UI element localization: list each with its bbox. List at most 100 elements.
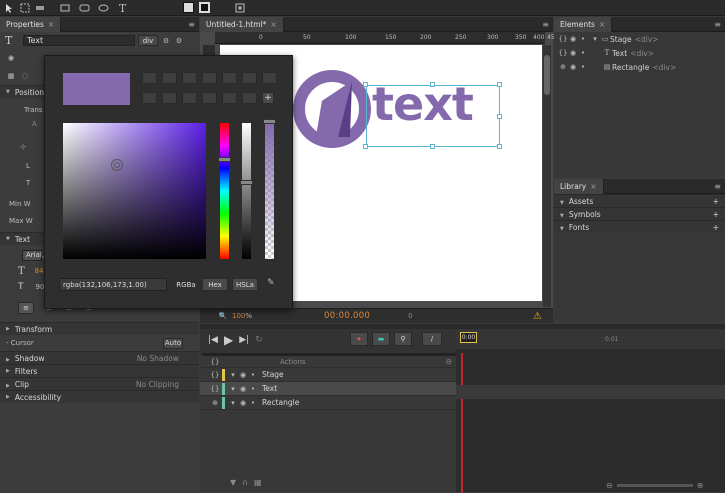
loop-icon[interactable]: ↻ — [255, 335, 263, 345]
visibility-icon[interactable]: ◉ — [6, 53, 16, 63]
eye-icon[interactable]: ◉ — [238, 370, 248, 380]
alpha-slider-thumb[interactable] — [263, 119, 276, 124]
overflow-icon[interactable]: ▦ — [6, 71, 16, 81]
eye-icon[interactable]: ◉ — [568, 62, 578, 72]
grid-icon[interactable]: ▦ — [254, 478, 262, 487]
select-icon[interactable] — [3, 2, 16, 14]
vertical-scrollbar[interactable] — [543, 45, 551, 307]
panel-menu-icon[interactable]: ≡ — [714, 182, 721, 191]
filter-icon[interactable]: ▼ — [230, 478, 236, 487]
add-icon[interactable]: + — [713, 210, 719, 219]
timeline-row-text[interactable]: {} ▾ ◉ • Text — [200, 382, 456, 396]
lock-dot-icon[interactable]: • — [248, 384, 258, 394]
lock-dot-icon[interactable]: • — [578, 48, 588, 58]
resize-handle[interactable] — [430, 82, 435, 87]
current-time-label[interactable]: 0:00 — [460, 332, 477, 343]
class-icon[interactable]: ⚙ — [161, 36, 171, 46]
code-braces-icon[interactable]: {} — [558, 34, 568, 44]
eye-icon[interactable]: ◉ — [568, 34, 578, 44]
eye-icon[interactable]: ◉ — [568, 48, 578, 58]
playhead[interactable] — [461, 353, 463, 493]
swatch-slot[interactable] — [242, 72, 257, 84]
section-filters[interactable]: ▶ Filters — [0, 364, 199, 377]
go-to-end-icon[interactable]: ▶| — [239, 335, 249, 345]
align-left-icon[interactable]: ≡ — [18, 302, 34, 314]
hue-slider-thumb[interactable] — [218, 157, 231, 162]
hue-slider[interactable] — [218, 123, 231, 259]
text-tool-icon[interactable]: T — [116, 2, 129, 15]
zoom-tool-icon[interactable] — [33, 2, 46, 14]
lock-dot-icon[interactable]: • — [578, 62, 588, 72]
element-row-stage[interactable]: {} ◉ • ▾ ▭ Stage <div> — [554, 32, 725, 46]
scrollbar-thumb[interactable] — [544, 55, 550, 95]
resize-handle[interactable] — [497, 114, 502, 119]
settings-icon[interactable]: ⚙ — [174, 36, 184, 46]
panel-menu-icon[interactable]: ≡ — [542, 20, 549, 29]
swatch-slot[interactable] — [242, 92, 257, 104]
lock-dot-icon[interactable]: • — [578, 34, 588, 44]
lock-dot-icon[interactable]: • — [248, 398, 258, 408]
section-transform[interactable]: ▶ Transform — [0, 322, 199, 335]
element-id-field[interactable]: Text — [23, 35, 135, 46]
time-ruler[interactable]: 0:01 — [456, 329, 725, 349]
actions-add-icon[interactable]: ⊖ — [446, 357, 452, 366]
link-icon[interactable]: ⊕ — [558, 62, 568, 72]
selection-box[interactable] — [366, 85, 500, 147]
mode-rgba-button[interactable]: RGBa — [173, 278, 199, 291]
auto-keyframe-icon[interactable]: ⏺ — [350, 332, 368, 346]
swatch-slot[interactable] — [182, 92, 197, 104]
swatch-slot[interactable] — [182, 72, 197, 84]
timeline-row-rectangle[interactable]: ⊕ ▾ ◉ • Rectangle — [200, 396, 456, 410]
swatch-slot[interactable] — [162, 72, 177, 84]
snap-icon[interactable] — [233, 2, 246, 14]
cursor-select[interactable]: Auto — [163, 337, 183, 349]
swatch-slot[interactable] — [202, 72, 217, 84]
timeline-row-stage[interactable]: {} ▾ ◉ • Stage — [200, 368, 456, 382]
snap-icon[interactable]: ∩ — [242, 478, 248, 487]
close-icon[interactable]: × — [590, 182, 596, 191]
zoom-icon[interactable]: 🔍 — [218, 311, 228, 321]
element-row-text[interactable]: {} ◉ • T Text <div> — [554, 46, 725, 60]
library-section-symbols[interactable]: ▼ Symbols + — [554, 207, 725, 220]
close-icon[interactable]: × — [270, 20, 276, 29]
warning-icon[interactable]: ⚠ — [533, 311, 542, 322]
border-color-swatch[interactable] — [199, 2, 210, 13]
swatch-slot[interactable] — [202, 92, 217, 104]
element-tag-select[interactable]: div — [138, 35, 158, 46]
swatch-slot[interactable] — [142, 72, 157, 84]
resize-handle[interactable] — [497, 144, 502, 149]
tab-document[interactable]: Untitled-1.html* × — [200, 16, 284, 32]
eyedropper-icon[interactable]: ✎ — [267, 278, 277, 290]
timeline-tracks[interactable]: 0:01 0:00 ⊖ ⊕ — [456, 329, 725, 493]
position-mode-icon[interactable]: ⊹ — [18, 142, 28, 152]
alpha-slider[interactable] — [263, 119, 276, 259]
saturation-value-field[interactable] — [63, 123, 206, 259]
collapse-triangle-icon[interactable]: ▾ — [228, 398, 238, 408]
swatch-slot[interactable] — [222, 72, 237, 84]
timeline-zoom-slider[interactable] — [616, 484, 693, 487]
easing-icon[interactable]: ∕ — [422, 332, 442, 346]
rounded-rectangle-tool-icon[interactable] — [78, 2, 91, 14]
brightness-slider[interactable] — [240, 123, 253, 259]
resize-handle[interactable] — [497, 82, 502, 87]
collapse-triangle-icon[interactable]: ▾ — [590, 34, 600, 44]
zoom-in-icon[interactable]: ⊕ — [697, 481, 704, 490]
panel-menu-icon[interactable]: ≡ — [188, 20, 195, 29]
eye-icon[interactable]: ◉ — [238, 384, 248, 394]
collapse-triangle-icon[interactable]: ▾ — [228, 384, 238, 394]
collapse-triangle-icon[interactable]: ▾ — [228, 370, 238, 380]
color-value-input[interactable]: rgba(132,106,173,1.00) — [59, 278, 167, 291]
add-icon[interactable]: + — [713, 197, 719, 206]
library-section-assets[interactable]: ▼ Assets + — [554, 194, 725, 207]
go-to-start-icon[interactable]: |◀ — [208, 335, 218, 345]
resize-handle[interactable] — [363, 144, 368, 149]
zoom-value[interactable]: 100 — [232, 312, 245, 320]
section-accessibility[interactable]: ▶ Accessibility — [0, 390, 199, 403]
background-color-swatch[interactable] — [183, 2, 194, 13]
close-icon[interactable]: × — [599, 20, 605, 29]
swatch-slot[interactable] — [262, 72, 277, 84]
brightness-slider-thumb[interactable] — [240, 180, 253, 185]
swatch-slot[interactable] — [142, 92, 157, 104]
element-row-rectangle[interactable]: ⊕ ◉ • ▤ Rectangle <div> — [554, 60, 725, 74]
section-shadow[interactable]: ▶ Shadow No Shadow — [0, 351, 199, 364]
